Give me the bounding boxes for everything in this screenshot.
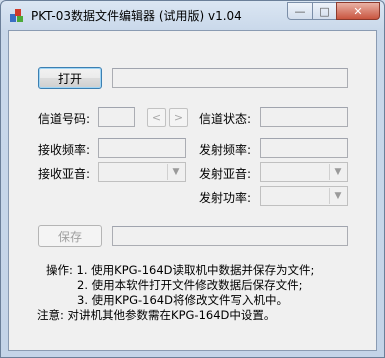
- channel-status-field[interactable]: [260, 107, 348, 127]
- tx-ctcss-select[interactable]: ▼: [260, 162, 348, 182]
- window-title: PKT-03数据文件编辑器 (试用版) v1.04: [31, 9, 242, 23]
- tx-power-label: 发射功率:: [199, 191, 252, 205]
- instruction-line-2: 2. 使用本软件打开文件修改数据后保存文件;: [77, 278, 303, 292]
- prev-channel-button[interactable]: <: [147, 108, 166, 127]
- channel-number-label: 信道号码:: [38, 112, 91, 126]
- tx-power-select[interactable]: ▼: [260, 186, 348, 206]
- close-icon: ✕: [353, 4, 363, 18]
- app-window: PKT-03数据文件编辑器 (试用版) v1.04 — □ ✕ 打开 信道号码:…: [0, 0, 385, 358]
- maximize-button[interactable]: □: [312, 2, 337, 20]
- chevron-right-icon: >: [173, 111, 184, 124]
- next-channel-button[interactable]: >: [169, 108, 188, 127]
- tx-ctcss-label: 发射亚音:: [199, 167, 252, 181]
- channel-status-label: 信道状态:: [199, 112, 252, 126]
- chevron-down-icon: ▼: [329, 188, 346, 204]
- close-button[interactable]: ✕: [336, 2, 380, 20]
- maximize-icon: □: [319, 4, 330, 18]
- rx-ctcss-label: 接收亚音:: [38, 167, 91, 181]
- chevron-down-icon: ▼: [329, 164, 346, 180]
- tx-frequency-field[interactable]: [260, 138, 348, 158]
- app-icon: [10, 9, 23, 22]
- instructions: 操作: 1. 使用KPG-164D读取机中数据并保存为文件; 2. 使用本软件打…: [37, 263, 315, 323]
- chevron-left-icon: <: [151, 111, 162, 124]
- rx-frequency-label: 接收频率:: [38, 143, 91, 157]
- client-area: 打开 信道号码: < > 信道状态: 接收频率: 发射频率: 接收亚音: ▼ 发…: [8, 30, 377, 351]
- save-button[interactable]: 保存: [38, 225, 102, 247]
- note-line: 注意: 对讲机其他参数需在KPG-164D中设置。: [37, 308, 276, 322]
- title-bar[interactable]: PKT-03数据文件编辑器 (试用版) v1.04 — □ ✕: [1, 1, 384, 29]
- rx-ctcss-select[interactable]: ▼: [98, 162, 186, 182]
- rx-frequency-field[interactable]: [98, 138, 186, 158]
- open-button[interactable]: 打开: [38, 67, 102, 89]
- minimize-icon: —: [294, 4, 306, 18]
- minimize-button[interactable]: —: [287, 2, 313, 20]
- instruction-line-1: 操作: 1. 使用KPG-164D读取机中数据并保存为文件;: [46, 263, 315, 277]
- save-path-field: [112, 226, 348, 246]
- instruction-line-3: 3. 使用KPG-164D将修改文件写入机中。: [77, 293, 288, 307]
- tx-frequency-label: 发射频率:: [199, 143, 252, 157]
- channel-number-field[interactable]: [98, 107, 135, 127]
- chevron-down-icon: ▼: [167, 164, 184, 180]
- open-path-field: [112, 68, 348, 88]
